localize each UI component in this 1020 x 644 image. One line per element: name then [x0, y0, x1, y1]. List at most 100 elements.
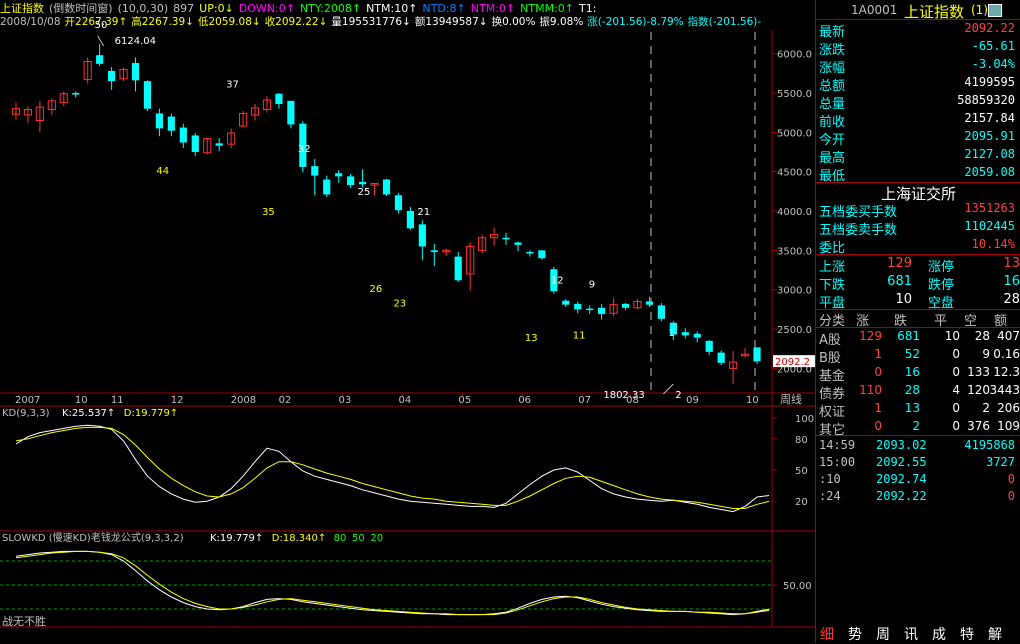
candle-body-down	[143, 81, 152, 109]
window-icon[interactable]	[988, 4, 1002, 17]
breadth-value: 28	[1003, 292, 1020, 307]
x-tick-label: 03	[339, 395, 352, 406]
class-flat: 0	[952, 347, 960, 361]
candle-body-down	[621, 303, 630, 308]
panel-separator	[816, 309, 1020, 310]
breadth-value: 10	[895, 292, 912, 307]
tick-vol: 3727	[986, 455, 1015, 469]
class-row[interactable]: 基金 0 16 0 133 12.3	[816, 364, 1020, 384]
class-empty: 376	[967, 419, 990, 433]
y-tick-label: 50.00	[783, 581, 812, 592]
panel-separator	[816, 327, 1020, 328]
x-tick-label: 06	[518, 395, 531, 406]
candle-body-down	[179, 127, 187, 143]
tick-row: 14:59 2093.02 4195868	[816, 437, 1020, 455]
order-row-value: 1351263	[964, 201, 1015, 215]
class-flat: 0	[952, 401, 960, 415]
class-up: 0	[874, 419, 882, 433]
quote-row: 前收 2157.84	[816, 110, 1020, 130]
panel-separator	[816, 254, 1020, 255]
class-down: 13	[904, 401, 920, 415]
candle-body-down	[574, 303, 582, 310]
candle-body-down	[287, 100, 295, 125]
class-up: 110	[859, 383, 882, 397]
breadth-row: 上涨 129 涨停 13	[816, 255, 1020, 275]
class-up: 129	[859, 329, 882, 343]
candle-body-down	[693, 333, 701, 338]
order-row: 五档委卖手数 1102445	[816, 218, 1020, 238]
candle-body-down	[72, 92, 80, 95]
x-tick-label: 07	[578, 395, 591, 406]
price-annotation: 13	[525, 333, 538, 344]
tick-price: 2092.55	[876, 455, 927, 469]
x-tick-label: 2007	[15, 395, 40, 406]
tick-time: :10	[819, 472, 841, 486]
indicator-title: SLOWKD (慢速KD)老钱龙公式(9,3,3,2)	[2, 531, 184, 544]
panel-title: 1A0001 上证指数 (1)	[816, 1, 1020, 21]
tab-6[interactable]: 特	[960, 624, 974, 644]
y-tick-label: 4000.0	[777, 207, 812, 218]
price-annotation: 1	[668, 328, 674, 339]
candle-body-down	[335, 173, 343, 177]
candle-body-down	[598, 307, 606, 315]
candle-body-down	[382, 179, 391, 195]
annotation-leader	[663, 383, 674, 395]
tab-4[interactable]: 讯	[904, 624, 918, 644]
class-row[interactable]: B股 1 52 0 9 0.16	[816, 346, 1020, 366]
class-empty: 120	[967, 383, 990, 397]
series-line-d	[15, 426, 770, 509]
price-annotation: 2	[675, 390, 681, 401]
quote-row-value: 2059.08	[964, 165, 1015, 179]
quote-row: 总量 58859320	[816, 92, 1020, 112]
y-tick-label: 50	[795, 466, 808, 477]
tab-2[interactable]: 势	[848, 624, 862, 644]
class-row[interactable]: 其它 0 2 0 376 109	[816, 418, 1020, 438]
y-tick-label: 6000.0	[777, 50, 812, 61]
weekly-chart-area[interactable]: 506124.0444373532252621231213 11911802.33…	[0, 0, 815, 643]
class-flat: 10	[944, 329, 960, 343]
tab-7[interactable]: 解	[988, 624, 1002, 644]
class-row[interactable]: A股 129 681 10 28 407	[816, 328, 1020, 348]
quote-row-value: -65.61	[971, 39, 1015, 53]
candle-body-down	[418, 224, 426, 247]
price-annotation: 35	[262, 207, 275, 218]
y-tick-label: 2500.0	[777, 325, 812, 336]
y-tick-label: 80	[795, 435, 808, 446]
candle-body-down	[275, 93, 283, 104]
x-tick-label: 09	[686, 395, 699, 406]
quote-panel: 1A0001 上证指数 (1) 最新 2092.22 涨跌 -65.61 涨幅 -3.04…	[815, 0, 1020, 643]
candle-body-down	[514, 242, 522, 245]
class-empty: 28	[974, 329, 990, 343]
quote-row: 最新 2092.22	[816, 20, 1020, 40]
candle-body-down	[359, 181, 367, 185]
tick-time: 14:59	[819, 438, 856, 452]
x-tick-label: 10	[75, 395, 88, 406]
tab-3[interactable]: 周	[876, 624, 890, 644]
candle-body-down	[191, 135, 199, 152]
x-tick-label: 2008	[231, 395, 256, 406]
y-tick-label: 3500.0	[777, 246, 812, 257]
class-row[interactable]: 债券 110 28 4 120 3443	[816, 382, 1020, 402]
price-annotation: 12	[551, 276, 564, 287]
tick-row: 15:00 2092.55 3727	[816, 454, 1020, 472]
quote-row: 涨跌 -65.61	[816, 38, 1020, 58]
class-row[interactable]: 权证 1 13 0 2 206	[816, 400, 1020, 420]
legend-entry: D:18.340↑	[272, 533, 326, 544]
x-tick-label: 08	[626, 395, 639, 406]
candle-body-down	[645, 301, 654, 305]
candle-body-down	[526, 251, 534, 254]
candle-body-down	[131, 63, 140, 81]
class-amount: 12.3	[993, 365, 1020, 379]
y-tick-label: 4500.0	[777, 168, 812, 179]
tab-1[interactable]: 细	[820, 624, 834, 644]
candle-body-down	[394, 195, 403, 211]
quote-row-value: 58859320	[957, 93, 1015, 107]
candle-body-down	[502, 237, 510, 240]
panel-separator	[816, 19, 1020, 20]
quote-row-value: -3.04%	[971, 57, 1015, 71]
legend-entry: 80	[334, 533, 347, 544]
candle-body-down	[311, 166, 319, 176]
tick-vol: 0	[1007, 489, 1015, 503]
panel-separator	[816, 435, 1020, 436]
tab-5[interactable]: 成	[932, 624, 946, 644]
